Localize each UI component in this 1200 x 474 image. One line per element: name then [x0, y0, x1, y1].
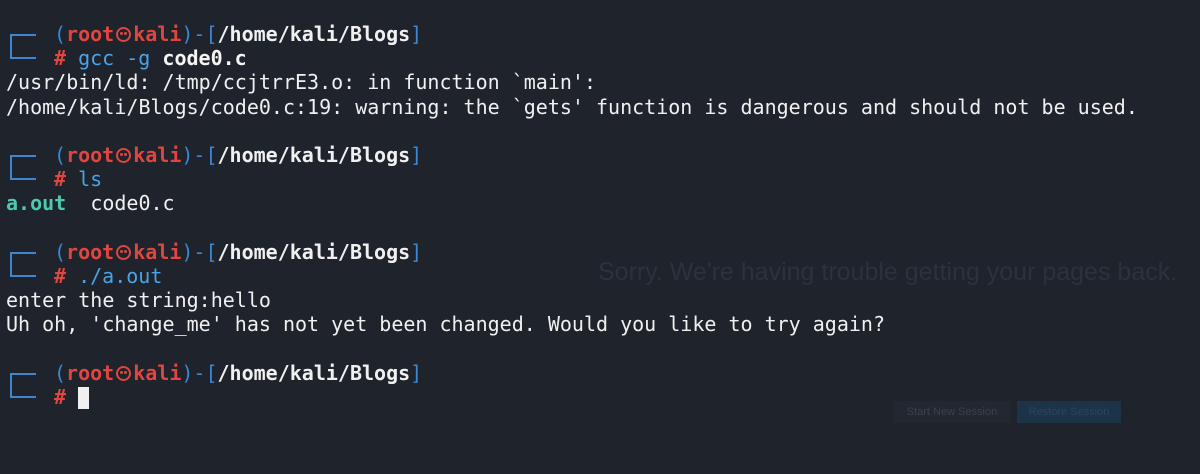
command-arg-file: code0.c: [162, 46, 247, 71]
prompt-symbol: #: [54, 46, 67, 71]
kali-skull-icon: [116, 27, 132, 42]
output-line: Uh oh, 'change_me' has not yet been chan…: [6, 312, 885, 337]
prompt-cwd: /home/kali/Blogs: [217, 239, 411, 264]
prompt-host: kali: [133, 360, 182, 385]
prompt-host: kali: [133, 142, 182, 167]
prompt-cwd: /home/kali/Blogs: [217, 22, 411, 46]
prompt-user: root: [66, 239, 115, 264]
prompt-user: root: [66, 360, 115, 385]
prompt-user: root: [66, 142, 115, 167]
command-line: # ./a.out: [6, 263, 1138, 288]
command-line: # ls: [6, 167, 1138, 191]
output-line: enter the string:hello: [6, 288, 271, 313]
command-arg: -g: [126, 46, 151, 71]
command-name: ls: [78, 167, 103, 192]
prompt-corner-bottom: [10, 46, 36, 60]
prompt-header: (root kali)-[/home/kali/Blogs]: [6, 360, 1138, 387]
prompt-host: kali: [133, 239, 182, 264]
kali-skull-icon: [116, 244, 132, 260]
ls-output: a.out code0.c: [6, 191, 1138, 215]
file-executable: a.out: [6, 191, 67, 216]
command-name: ./a.out: [78, 263, 163, 288]
prompt-symbol: #: [54, 263, 67, 288]
kali-skull-icon: [116, 147, 132, 163]
active-command-line[interactable]: #: [6, 384, 1138, 409]
prompt-user: root: [66, 22, 115, 46]
prompt-host: kali: [133, 22, 182, 46]
prompt-symbol: #: [54, 167, 67, 192]
prompt-cwd: /home/kali/Blogs: [217, 360, 411, 385]
file-source: code0.c: [90, 191, 175, 216]
command-name: gcc: [78, 46, 115, 71]
output-line: /home/kali/Blogs/code0.c:19: warning: th…: [6, 94, 1138, 119]
prompt-header: (root kali)-[/home/kali/Blogs]: [6, 22, 1138, 48]
prompt-cwd: /home/kali/Blogs: [217, 142, 411, 167]
output-line: /usr/bin/ld: /tmp/ccjtrrE3.o: in functio…: [6, 70, 597, 95]
block-cursor[interactable]: [78, 386, 90, 409]
terminal-window[interactable]: Sorry. We're having trouble getting your…: [0, 0, 1200, 474]
kali-skull-icon: [116, 365, 132, 381]
prompt-header: (root kali)-[/home/kali/Blogs]: [6, 142, 1138, 169]
prompt-header: (root kali)-[/home/kali/Blogs]: [6, 239, 1138, 266]
prompt-symbol: #: [54, 384, 67, 409]
command-line: # gcc -g code0.c: [6, 46, 1138, 70]
terminal-output: (root kali)-[/home/kali/Blogs] # gcc -g c…: [6, 22, 1138, 409]
